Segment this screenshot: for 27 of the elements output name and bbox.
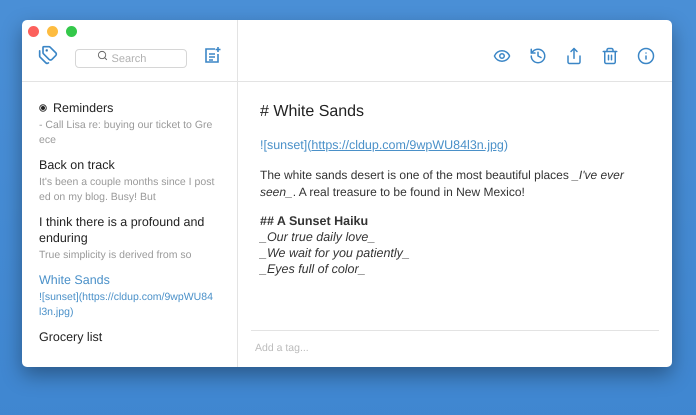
note-title[interactable]: Reminders <box>53 100 114 116</box>
note-heading: # White Sands <box>260 102 366 122</box>
tag-field[interactable]: Add a tag... <box>255 341 455 357</box>
info-icon[interactable] <box>637 47 655 65</box>
zoom-button[interactable] <box>66 26 77 37</box>
note-snippet: True simplicity is derived from so <box>39 248 192 263</box>
note-snippet: It's been a couple months since I posted on my blog. Busy! But <box>39 175 215 205</box>
paragraph: The white sands desert is one of the most beautiful places _I've ever seen_. A real treasure to be found in New Mexico! <box>260 166 626 201</box>
tags-icon[interactable] <box>38 45 58 65</box>
share-icon[interactable] <box>565 47 583 65</box>
search-field[interactable]: Search <box>74 49 186 68</box>
haiku-line: _Our true daily love_ <box>260 228 376 245</box>
note-title[interactable]: I think there is a profound and enduring <box>39 214 215 246</box>
new-note-icon[interactable] <box>203 46 221 64</box>
note-subheading: ## A Sunset Haiku <box>260 212 370 229</box>
close-button[interactable] <box>28 26 39 37</box>
preview-icon[interactable] <box>493 47 511 65</box>
note-snippet: ![sunset](https://cldup.com/9wpWU84l3n.jpg) <box>39 290 214 320</box>
search-icon <box>96 50 108 60</box>
trash-icon[interactable] <box>601 47 619 65</box>
note-snippet: - Call Lisa re: buying our ticket to Greece <box>39 118 214 148</box>
note-title[interactable]: Grocery list <box>39 329 102 345</box>
haiku-line: _We wait for you patiently_ <box>260 244 411 261</box>
note-title[interactable]: Back on track <box>39 157 115 173</box>
bullet-icon <box>39 104 47 112</box>
history-icon[interactable] <box>529 47 547 65</box>
haiku-line: _Eyes full of color_ <box>260 260 367 277</box>
